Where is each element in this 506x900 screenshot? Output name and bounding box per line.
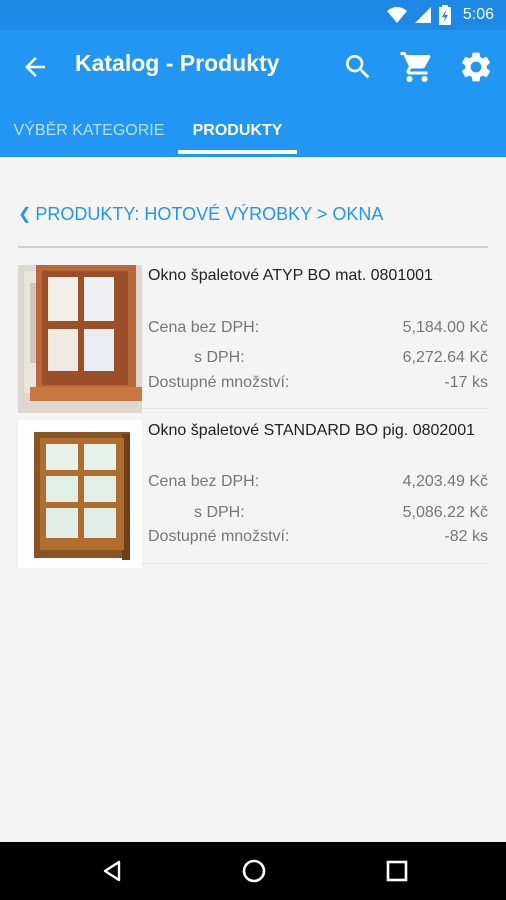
quantity-row: Dostupné množství: -82 ks — [148, 528, 488, 552]
price-with-vat-row: s DPH: 5,086.22 Kč — [148, 504, 488, 528]
vat-label: s DPH: — [194, 504, 245, 521]
back-triangle-icon[interactable] — [97, 856, 127, 886]
product-image — [18, 265, 142, 413]
product-name: Okno špaletové ATYP BO mat. 0801001 — [148, 267, 433, 284]
battery-icon — [438, 5, 451, 25]
wifi-icon — [386, 7, 407, 23]
product-item[interactable]: Okno špaletové ATYP BO mat. 0801001 Cena… — [18, 255, 488, 413]
breadcrumb[interactable]: ❮ PRODUKTY: HOTOVÉ VÝROBKY > OKNA — [18, 200, 383, 228]
price-label: Cena bez DPH: — [148, 473, 260, 490]
active-tab-indicator — [178, 150, 297, 154]
back-arrow-icon[interactable] — [20, 52, 50, 82]
search-icon[interactable] — [338, 47, 378, 87]
cart-icon[interactable] — [397, 47, 437, 87]
quantity-label: Dostupné množství: — [148, 528, 290, 545]
price-with-vat-row: s DPH: 6,272.64 Kč — [148, 349, 488, 373]
breadcrumb-text: PRODUKTY: HOTOVÉ VÝROBKY > OKNA — [35, 203, 384, 224]
status-time: 5:06 — [462, 6, 494, 23]
quantity-value: -82 ks — [444, 528, 488, 545]
app-bar: Katalog - Produkty — [0, 30, 506, 104]
quantity-value: -17 ks — [444, 374, 488, 391]
quantity-label: Dostupné množství: — [148, 374, 290, 391]
product-name: Okno špaletové STANDARD BO pig. 0802001 — [148, 422, 475, 439]
vat-label: s DPH: — [194, 349, 245, 366]
signal-icon — [414, 7, 431, 23]
price-without-vat: 5,184.00 Kč — [402, 319, 488, 336]
home-circle-icon[interactable] — [239, 856, 269, 886]
price-without-vat-row: Cena bez DPH: 5,184.00 Kč — [148, 319, 488, 343]
price-label: Cena bez DPH: — [148, 319, 260, 336]
page-title: Katalog - Produkty — [75, 50, 280, 76]
system-nav-bar — [0, 842, 506, 900]
product-item[interactable]: Okno špaletové STANDARD BO pig. 0802001 … — [18, 410, 488, 568]
price-with-vat: 6,272.64 Kč — [402, 349, 488, 366]
recents-square-icon[interactable] — [382, 856, 412, 886]
settings-icon[interactable] — [456, 47, 496, 87]
price-without-vat-row: Cena bez DPH: 4,203.49 Kč — [148, 473, 488, 497]
chevron-left-icon: ❮ — [18, 206, 32, 223]
product-image — [18, 420, 142, 568]
status-bar: 5:06 — [0, 0, 506, 30]
quantity-row: Dostupné množství: -17 ks — [148, 374, 488, 398]
price-without-vat: 4,203.49 Kč — [402, 473, 488, 490]
tab-category-select[interactable]: VÝBĚR KATEGORIE — [0, 104, 178, 157]
divider — [18, 246, 488, 248]
price-with-vat: 5,086.22 Kč — [402, 504, 488, 521]
